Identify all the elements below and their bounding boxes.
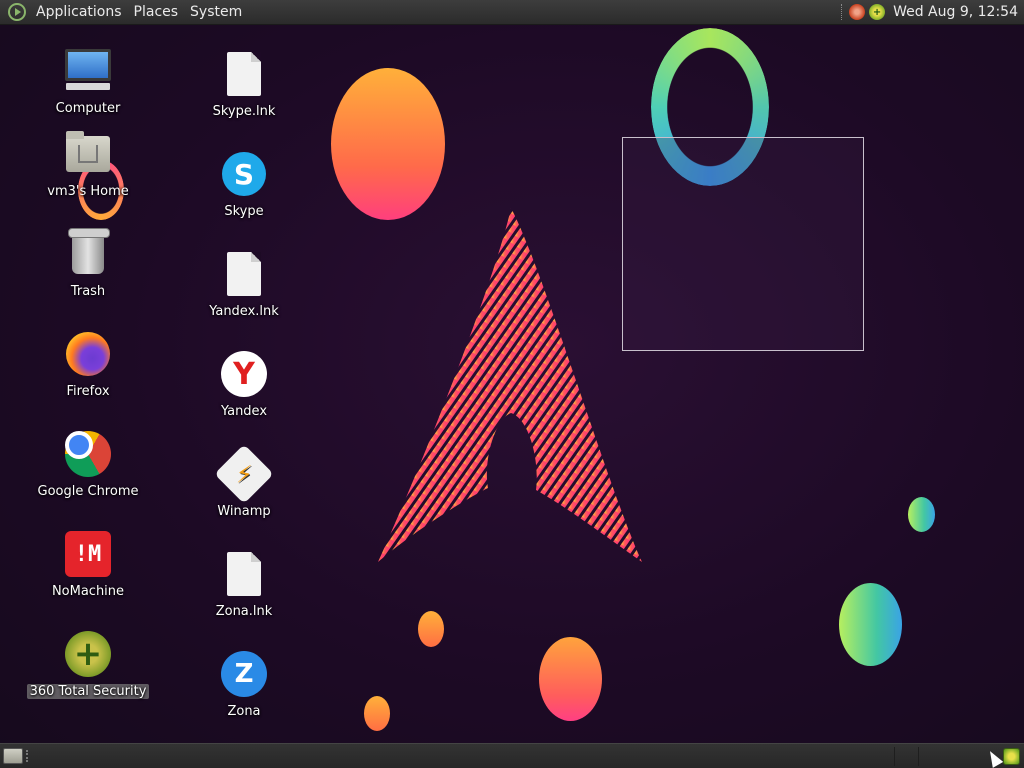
- desktop-icon-label: vm3's Home: [47, 184, 129, 199]
- desktop-icon-firefox[interactable]: Firefox: [28, 328, 148, 418]
- wallpaper-orb: [331, 68, 445, 220]
- tray-separator: [841, 4, 843, 20]
- desktop-icon-yandex-lnk[interactable]: Yandex.lnk: [184, 248, 304, 338]
- wallpaper-orb: [418, 611, 444, 647]
- menu-places[interactable]: Places: [130, 0, 187, 25]
- menu-applications[interactable]: Applications: [32, 0, 130, 25]
- rubber-band-selection: [622, 137, 864, 351]
- desktop-icon-home[interactable]: vm3's Home: [28, 128, 148, 218]
- document-icon: [220, 550, 268, 598]
- 360-security-tray-icon[interactable]: +: [869, 4, 886, 20]
- skype-icon: S: [220, 150, 268, 198]
- desktop-icon-skype-lnk[interactable]: Skype.lnk: [184, 48, 304, 138]
- desktop-icon-computer[interactable]: Computer: [28, 45, 148, 135]
- desktop-icon-label: Yandex.lnk: [209, 304, 279, 319]
- document-icon: [220, 50, 268, 98]
- panel-grip[interactable]: [26, 750, 29, 762]
- desktop-icon-skype[interactable]: S Skype: [184, 148, 304, 238]
- desktop-icon-trash[interactable]: Trash: [28, 228, 148, 318]
- desktop-icon-label: 360 Total Security: [26, 684, 150, 699]
- yandex-icon: Y: [220, 350, 268, 398]
- winamp-icon: ⚡: [214, 444, 274, 504]
- desktop-icon-label: Google Chrome: [37, 484, 139, 499]
- wallpaper-orb: [839, 583, 902, 666]
- document-icon: [220, 250, 268, 298]
- computer-icon: [64, 47, 112, 95]
- clock[interactable]: Wed Aug 9, 12:54: [889, 4, 1024, 20]
- bottom-panel: [0, 743, 1024, 768]
- 360-security-tray-icon[interactable]: [1003, 748, 1020, 765]
- nomachine-icon: !M: [64, 530, 112, 578]
- desktop-icon-yandex[interactable]: Y Yandex: [184, 348, 304, 438]
- desktop-icon-360-total-security[interactable]: + 360 Total Security: [26, 628, 150, 718]
- desktop-icon-winamp[interactable]: ⚡ Winamp: [184, 444, 304, 538]
- desktop-icon-label: Firefox: [66, 384, 110, 399]
- distro-logo-icon[interactable]: [8, 3, 26, 21]
- desktop-icon-label: Zona: [227, 704, 261, 719]
- desktop-icon-label: Skype: [224, 204, 264, 219]
- trash-icon: [64, 228, 112, 278]
- desktop-icon-chrome[interactable]: Google Chrome: [28, 428, 148, 518]
- system-tray: + Wed Aug 9, 12:54: [841, 0, 1024, 25]
- firefox-icon: [64, 330, 112, 378]
- update-notifier-icon[interactable]: [849, 4, 866, 20]
- top-panel: Applications Places System + Wed Aug 9, …: [0, 0, 1024, 25]
- desktop-icon-label: Zona.lnk: [215, 604, 273, 619]
- desktop-icon-label: NoMachine: [51, 584, 125, 599]
- zona-icon: Z: [220, 650, 268, 698]
- desktop-icon-label: Winamp: [217, 504, 271, 519]
- desktop-icon-label: Skype.lnk: [212, 104, 276, 119]
- menu-system[interactable]: System: [186, 0, 250, 25]
- desktop-icon-zona[interactable]: Z Zona: [184, 648, 304, 738]
- wallpaper-orb: [364, 696, 390, 731]
- desktop-icon-label: Computer: [55, 101, 121, 116]
- desktop-icon-label: Yandex: [220, 404, 268, 419]
- chrome-icon: [64, 430, 112, 478]
- wallpaper-orb: [539, 637, 602, 721]
- home-folder-icon: [64, 130, 112, 178]
- 360-total-security-icon: +: [64, 630, 112, 678]
- show-desktop-icon[interactable]: [3, 748, 23, 764]
- arch-logo-wallpaper: [378, 208, 642, 562]
- workspace-switcher[interactable]: [894, 744, 974, 768]
- desktop-icon-nomachine[interactable]: !M NoMachine: [28, 528, 148, 618]
- desktop-icon-label: Trash: [70, 284, 106, 299]
- desktop-icon-zona-lnk[interactable]: Zona.lnk: [184, 548, 304, 638]
- wallpaper-orb: [908, 497, 935, 532]
